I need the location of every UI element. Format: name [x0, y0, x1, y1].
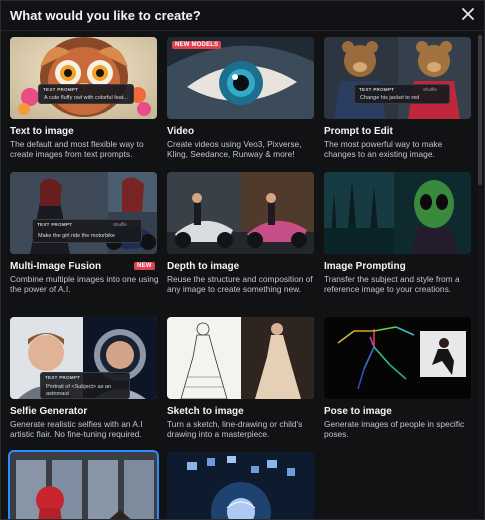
shuffle-label: Shuffle — [113, 222, 127, 227]
text-prompt-panel: TEXT PROMPT Portrait of <Subject> as an … — [40, 372, 130, 399]
card-thumbnail: TEXT PROMPT Shuffle Make the girl ride t… — [10, 172, 157, 254]
network-illustration — [167, 452, 314, 519]
card-thumbnail — [167, 452, 314, 519]
card-title: Pose to image — [324, 406, 392, 417]
shuffle-label: Shuffle — [423, 87, 437, 92]
depth-illustration — [167, 172, 314, 254]
room-illustration — [10, 452, 157, 519]
card-description: Combine multiple images into one using t… — [10, 274, 159, 295]
card-description: Create videos using Veo3, Pixverse, Klin… — [167, 139, 302, 160]
card-description: Transfer the subject and style from a re… — [324, 274, 460, 295]
card-thumbnail — [324, 172, 471, 254]
card-description: The most powerful way to make changes to… — [324, 139, 443, 160]
text-prompt-panel: TEXT PROMPT A cute fluffy owl with color… — [38, 84, 134, 104]
card-description: The default and most flexible way to cre… — [10, 139, 144, 160]
close-button[interactable] — [458, 4, 478, 24]
card-description: Reuse the structure and composition of a… — [167, 274, 313, 295]
pose-illustration — [324, 317, 471, 399]
card-title: Prompt to Edit — [324, 126, 393, 137]
card-thumbnail — [167, 317, 314, 399]
text-prompt-label: TEXT PROMPT — [43, 87, 79, 92]
eye-illustration — [167, 37, 314, 119]
dialog-header: What would you like to create? — [1, 1, 484, 31]
card-description: Turn a sketch, line-drawing or child's d… — [167, 419, 303, 440]
text-prompt-label: TEXT PROMPT — [359, 87, 395, 92]
prompt-text: Make the girl ride the motorbike — [38, 233, 116, 239]
sketch-illustration — [167, 317, 314, 399]
card-title: Multi-Image Fusion — [10, 261, 102, 272]
card-description: Generate realistic selfies with an A.I a… — [10, 419, 143, 440]
prompt-text: A cute fluffy owl with colorful feat... — [44, 95, 128, 101]
card-thumbnail: NEW MODELS — [167, 37, 314, 119]
card-thumbnail — [324, 317, 471, 399]
create-dialog: What would you like to create? TEXT PROM… — [0, 0, 485, 520]
text-prompt-panel: TEXT PROMPT Shuffle Make the girl ride t… — [32, 219, 142, 243]
card-description: Generate images of people in specific po… — [324, 419, 465, 440]
new-models-badge: NEW MODELS — [172, 41, 222, 49]
prompt-text: Change his jacket to red — [360, 95, 420, 101]
card-thumbnail: TEXT PROMPT Portrait of <Subject> as an … — [10, 317, 157, 399]
card-thumbnail — [167, 172, 314, 254]
new-badge: NEW — [134, 262, 155, 270]
scrollbar[interactable] — [478, 35, 482, 515]
prompt-text: Portrait of <Subject> as an astronaut — [46, 384, 112, 397]
text-prompt-label: TEXT PROMPT — [45, 375, 81, 380]
card-title: Sketch to image — [167, 406, 244, 417]
card-title: Video — [167, 126, 195, 137]
card-title: Text to image — [10, 126, 74, 137]
card-thumbnail: TEXT PROMPT Shuffle Change his jacket to… — [324, 37, 471, 119]
alien-illustration — [324, 172, 471, 254]
dialog-title: What would you like to create? — [10, 8, 201, 23]
card-title: Selfie Generator — [10, 406, 88, 417]
card-thumbnail: TEXT PROMPT A cute fluffy owl with color… — [10, 37, 157, 119]
scrollbar-thumb[interactable] — [478, 35, 482, 185]
card-title: Image Prompting — [324, 261, 406, 272]
close-icon — [462, 8, 474, 20]
text-prompt-panel: TEXT PROMPT Shuffle Change his jacket to… — [354, 84, 450, 104]
bears-illustration — [324, 37, 471, 119]
card-title: Depth to image — [167, 261, 240, 272]
text-prompt-label: TEXT PROMPT — [37, 222, 73, 227]
owl-illustration — [10, 37, 157, 119]
card-thumbnail — [8, 450, 159, 519]
